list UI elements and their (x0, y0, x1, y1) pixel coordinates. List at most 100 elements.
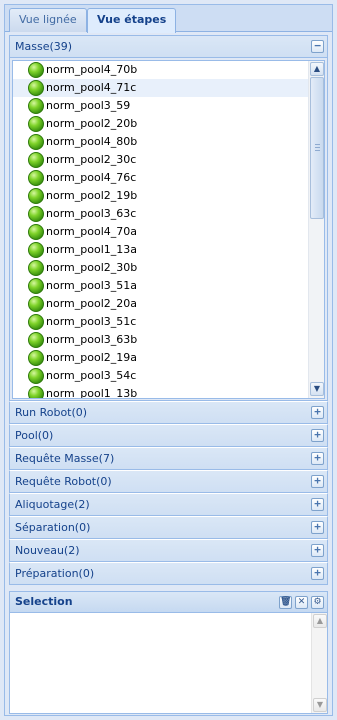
list-item[interactable]: norm_pool3_59 (13, 97, 308, 115)
list-item-label: norm_pool2_20a (46, 297, 137, 310)
list-item[interactable]: norm_pool3_51c (13, 313, 308, 331)
accordion-title: Requête Robot(0) (15, 475, 112, 488)
green-ball-icon (28, 314, 44, 330)
accordion-header[interactable]: Séparation(0) + (9, 516, 328, 539)
list-item-label: norm_pool3_59 (46, 99, 131, 112)
expand-icon[interactable]: + (311, 521, 324, 534)
accordion-title: Pool(0) (15, 429, 54, 442)
accordion-title: Masse(39) (15, 40, 73, 53)
accordion-header[interactable]: Requête Robot(0) + (9, 470, 328, 493)
list-item-label: norm_pool3_51a (46, 279, 137, 292)
expand-icon[interactable]: + (311, 429, 324, 442)
list-item[interactable]: norm_pool3_51a (13, 277, 308, 295)
list-item-label: norm_pool4_71c (46, 81, 137, 94)
accordion-header[interactable]: Préparation(0) + (9, 562, 328, 585)
list-item-label: norm_pool4_76c (46, 171, 137, 184)
list-item[interactable]: norm_pool4_70a (13, 223, 308, 241)
list-item-label: norm_pool4_80b (46, 135, 138, 148)
scroll-up-icon[interactable]: ▲ (313, 614, 327, 628)
list-item-label: norm_pool1_13a (46, 243, 137, 256)
list-item[interactable]: norm_pool4_71c (13, 79, 308, 97)
list-item[interactable]: norm_pool3_63b (13, 331, 308, 349)
green-ball-icon (28, 98, 44, 114)
accordion-title: Nouveau(2) (15, 544, 80, 557)
list-item[interactable]: norm_pool3_54c (13, 367, 308, 385)
accordion-title: Run Robot(0) (15, 406, 88, 419)
scroll-down-icon[interactable]: ▼ (313, 698, 327, 712)
selection-panel: Selection 🗑 ✕ ⚙ ▲ ▼ (9, 591, 328, 714)
list-item[interactable]: norm_pool1_13a (13, 241, 308, 259)
list-item[interactable]: norm_pool1_13b (13, 385, 308, 399)
selection-scrollbar[interactable]: ▲ ▼ (311, 613, 327, 713)
scroll-thumb[interactable] (310, 77, 324, 219)
expand-icon[interactable]: + (311, 544, 324, 557)
accordion-title: Aliquotage(2) (15, 498, 90, 511)
green-ball-icon (28, 260, 44, 276)
accordion-title: Séparation(0) (15, 521, 91, 534)
list-item-label: norm_pool1_13b (46, 387, 138, 399)
list-item-label: norm_pool2_19b (46, 189, 138, 202)
expand-icon[interactable]: + (311, 567, 324, 580)
list-item[interactable]: norm_pool2_30b (13, 259, 308, 277)
selection-title: Selection (15, 595, 73, 608)
accordion-title: Préparation(0) (15, 567, 95, 580)
list-item[interactable]: norm_pool2_20b (13, 115, 308, 133)
list-item-label: norm_pool2_19a (46, 351, 137, 364)
expand-icon[interactable]: + (311, 452, 324, 465)
green-ball-icon (28, 62, 44, 78)
grip-icon (315, 144, 320, 151)
green-ball-icon (28, 116, 44, 132)
green-ball-icon (28, 206, 44, 222)
list-item[interactable]: norm_pool2_30c (13, 151, 308, 169)
green-ball-icon (28, 152, 44, 168)
close-icon[interactable]: ✕ (295, 596, 308, 609)
accordion-header-masse[interactable]: Masse(39) − (9, 35, 328, 58)
list-item-label: norm_pool4_70a (46, 225, 137, 238)
green-ball-icon (28, 368, 44, 384)
tab-bar: Vue lignée Vue étapes (5, 5, 332, 33)
list-item-label: norm_pool4_70b (46, 63, 138, 76)
tab-vue-lignee[interactable]: Vue lignée (9, 8, 87, 32)
green-ball-icon (28, 242, 44, 258)
scroll-up-icon[interactable]: ▲ (310, 62, 324, 76)
selection-body: ▲ ▼ (10, 613, 327, 713)
green-ball-icon (28, 188, 44, 204)
accordion-header[interactable]: Run Robot(0) + (9, 401, 328, 424)
expand-icon[interactable]: + (311, 475, 324, 488)
list-scrollbar[interactable]: ▲ ▼ (308, 61, 324, 398)
green-ball-icon (28, 170, 44, 186)
main-panel: Vue lignée Vue étapes Masse(39) − norm_p… (4, 4, 333, 716)
accordion-header[interactable]: Aliquotage(2) + (9, 493, 328, 516)
list-item[interactable]: norm_pool4_70b (13, 61, 308, 79)
list-item[interactable]: norm_pool2_19a (13, 349, 308, 367)
steps-accordion: Masse(39) − norm_pool4_70b norm_pool4_71c… (9, 35, 328, 585)
list-item-label: norm_pool3_51c (46, 315, 137, 328)
green-ball-icon (28, 386, 44, 398)
list-item[interactable]: norm_pool3_63c (13, 205, 308, 223)
expand-icon[interactable]: + (311, 406, 324, 419)
list-item[interactable]: norm_pool4_80b (13, 133, 308, 151)
list-item-label: norm_pool2_30b (46, 261, 138, 274)
green-ball-icon (28, 134, 44, 150)
list-item[interactable]: norm_pool2_19b (13, 187, 308, 205)
collapse-icon[interactable]: − (311, 40, 324, 53)
list-item[interactable]: norm_pool2_20a (13, 295, 308, 313)
expand-icon[interactable]: + (311, 498, 324, 511)
scroll-down-icon[interactable]: ▼ (310, 382, 324, 396)
green-ball-icon (28, 278, 44, 294)
tab-vue-etapes[interactable]: Vue étapes (87, 8, 177, 33)
green-ball-icon (28, 350, 44, 366)
list-item-label: norm_pool2_20b (46, 117, 138, 130)
list-item[interactable]: norm_pool4_76c (13, 169, 308, 187)
accordion-header[interactable]: Pool(0) + (9, 424, 328, 447)
gear-icon[interactable]: ⚙ (311, 596, 324, 609)
green-ball-icon (28, 80, 44, 96)
masse-list: norm_pool4_70b norm_pool4_71c norm_pool3_5… (12, 60, 325, 399)
selection-header: Selection 🗑 ✕ ⚙ (10, 592, 327, 613)
list-item-label: norm_pool2_30c (46, 153, 137, 166)
green-ball-icon (28, 332, 44, 348)
accordion-header[interactable]: Requête Masse(7) + (9, 447, 328, 470)
list-item-label: norm_pool3_63b (46, 333, 138, 346)
accordion-header[interactable]: Nouveau(2) + (9, 539, 328, 562)
trash-icon[interactable]: 🗑 (279, 596, 292, 609)
